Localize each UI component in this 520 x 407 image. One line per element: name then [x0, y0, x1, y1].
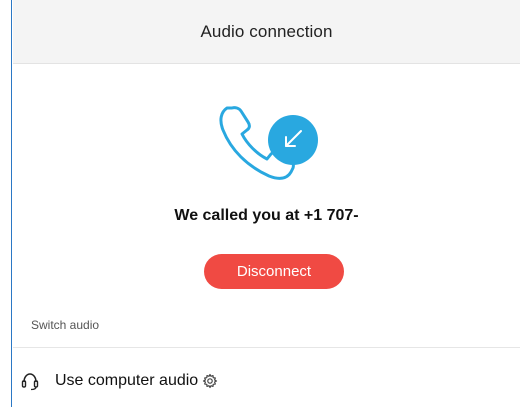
disconnect-button[interactable]: Disconnect [204, 254, 344, 289]
use-computer-audio-label: Use computer audio [55, 372, 199, 389]
section-divider [13, 347, 520, 348]
dialog-header: Audio connection [13, 0, 520, 64]
dialog-title: Audio connection [200, 21, 333, 41]
phone-incoming-icon [219, 106, 318, 180]
headset-icon [21, 373, 39, 391]
audio-connection-dialog: Audio connection We called you at +1 707… [0, 0, 520, 407]
window-left-border [0, 0, 12, 407]
call-status-text: We called you at +1 707- [174, 207, 359, 224]
switch-audio-label: Switch audio [31, 318, 100, 332]
use-computer-audio-option[interactable]: Use computer audio [20, 366, 218, 396]
gear-icon[interactable] [202, 373, 218, 389]
